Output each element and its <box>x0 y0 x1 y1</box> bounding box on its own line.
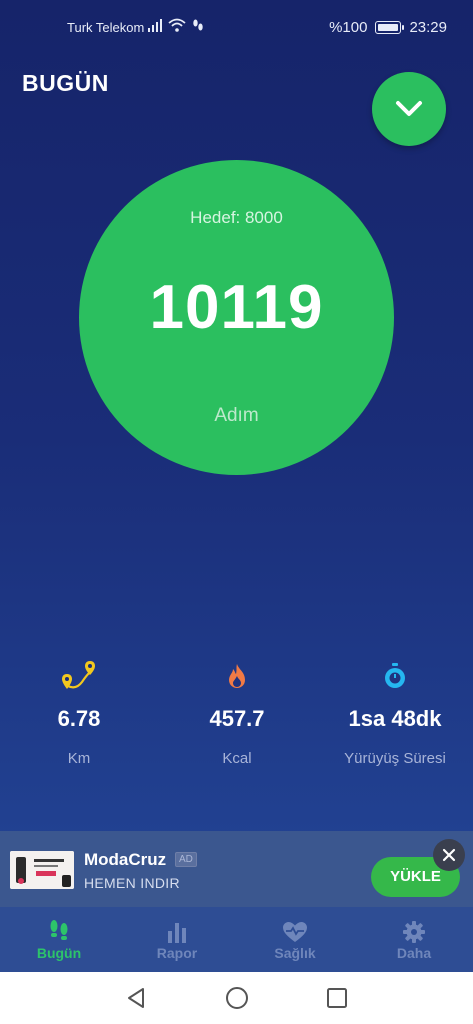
recents-square-icon <box>327 988 347 1008</box>
footsteps-icon <box>50 920 68 940</box>
step-goal: Hedef: 8000 <box>190 208 283 227</box>
duration-value: 1sa 48dk <box>348 706 442 731</box>
tab-health-label: Sağlık <box>274 945 316 961</box>
stopwatch-icon <box>385 663 405 688</box>
carrier-name: Turk Telekom <box>67 20 145 35</box>
stat-calories: 457.7 Kcal <box>158 660 316 767</box>
stat-duration: 1sa 48dk Yürüyüş Süresi <box>316 660 473 767</box>
nav-home-button[interactable] <box>225 986 249 1010</box>
ad-thumbnail <box>10 851 74 889</box>
home-circle-icon <box>226 987 248 1009</box>
status-icons <box>148 18 204 32</box>
stat-distance: 6.78 Km <box>0 660 158 767</box>
status-right: %100 23:29 <box>329 19 447 36</box>
duration-label: Yürüyüş Süresi <box>344 750 446 767</box>
step-counter-ring[interactable]: Hedef: 8000 10119 Adım <box>79 160 394 475</box>
page-title: BUGÜN <box>22 70 109 96</box>
tab-report[interactable]: Rapor <box>118 907 236 972</box>
distance-value: 6.78 <box>57 706 101 731</box>
battery-percent: %100 <box>329 19 368 36</box>
wifi-icon <box>168 18 186 32</box>
stats-row: 6.78 Km 457.7 Kcal 1sa 48dk Yürüyüş Süre… <box>0 660 473 770</box>
tab-more-label: Daha <box>396 945 432 961</box>
tab-today-label: Bugün <box>36 945 82 961</box>
distance-label: Km <box>67 750 91 767</box>
app-screen: Turk Telekom %100 23:29 BUGÜN Hedef: 800… <box>0 0 473 972</box>
steps-notification-icon <box>193 19 203 31</box>
tab-more[interactable]: Daha <box>355 907 473 972</box>
flame-icon <box>229 664 245 688</box>
tab-report-label: Rapor <box>156 945 198 961</box>
bottom-tab-bar: Bugün Rapor Sağlık Daha <box>0 907 473 972</box>
heart-pulse-icon <box>283 922 307 942</box>
ad-banner[interactable]: ModaCruz AD HEMEN INDIR YÜKLE <box>0 831 473 907</box>
calories-label: Kcal <box>222 750 252 767</box>
ad-title: ModaCruz <box>84 850 167 869</box>
step-unit: Adım <box>214 405 259 426</box>
status-bar: Turk Telekom %100 23:29 <box>0 0 473 56</box>
calories-value: 457.7 <box>209 706 265 731</box>
ad-close-button[interactable] <box>433 839 465 871</box>
system-nav-bar <box>0 972 473 1024</box>
nav-back-button[interactable] <box>124 986 148 1010</box>
clock: 23:29 <box>409 19 447 36</box>
gear-icon <box>403 921 425 943</box>
route-pin-icon <box>62 661 95 689</box>
back-triangle-icon <box>128 988 144 1008</box>
bar-chart-icon <box>168 923 186 943</box>
close-icon <box>442 848 456 862</box>
tab-health[interactable]: Sağlık <box>236 907 354 972</box>
battery-icon <box>375 21 405 34</box>
expand-button[interactable] <box>372 72 446 146</box>
tab-today[interactable]: Bugün <box>0 907 118 972</box>
nav-recents-button[interactable] <box>325 986 349 1010</box>
step-count: 10119 <box>149 273 324 342</box>
ad-badge: AD <box>175 852 197 867</box>
ad-subtitle: HEMEN INDIR <box>84 875 180 891</box>
signal-icon <box>148 18 162 32</box>
chevron-down-icon <box>396 101 422 116</box>
